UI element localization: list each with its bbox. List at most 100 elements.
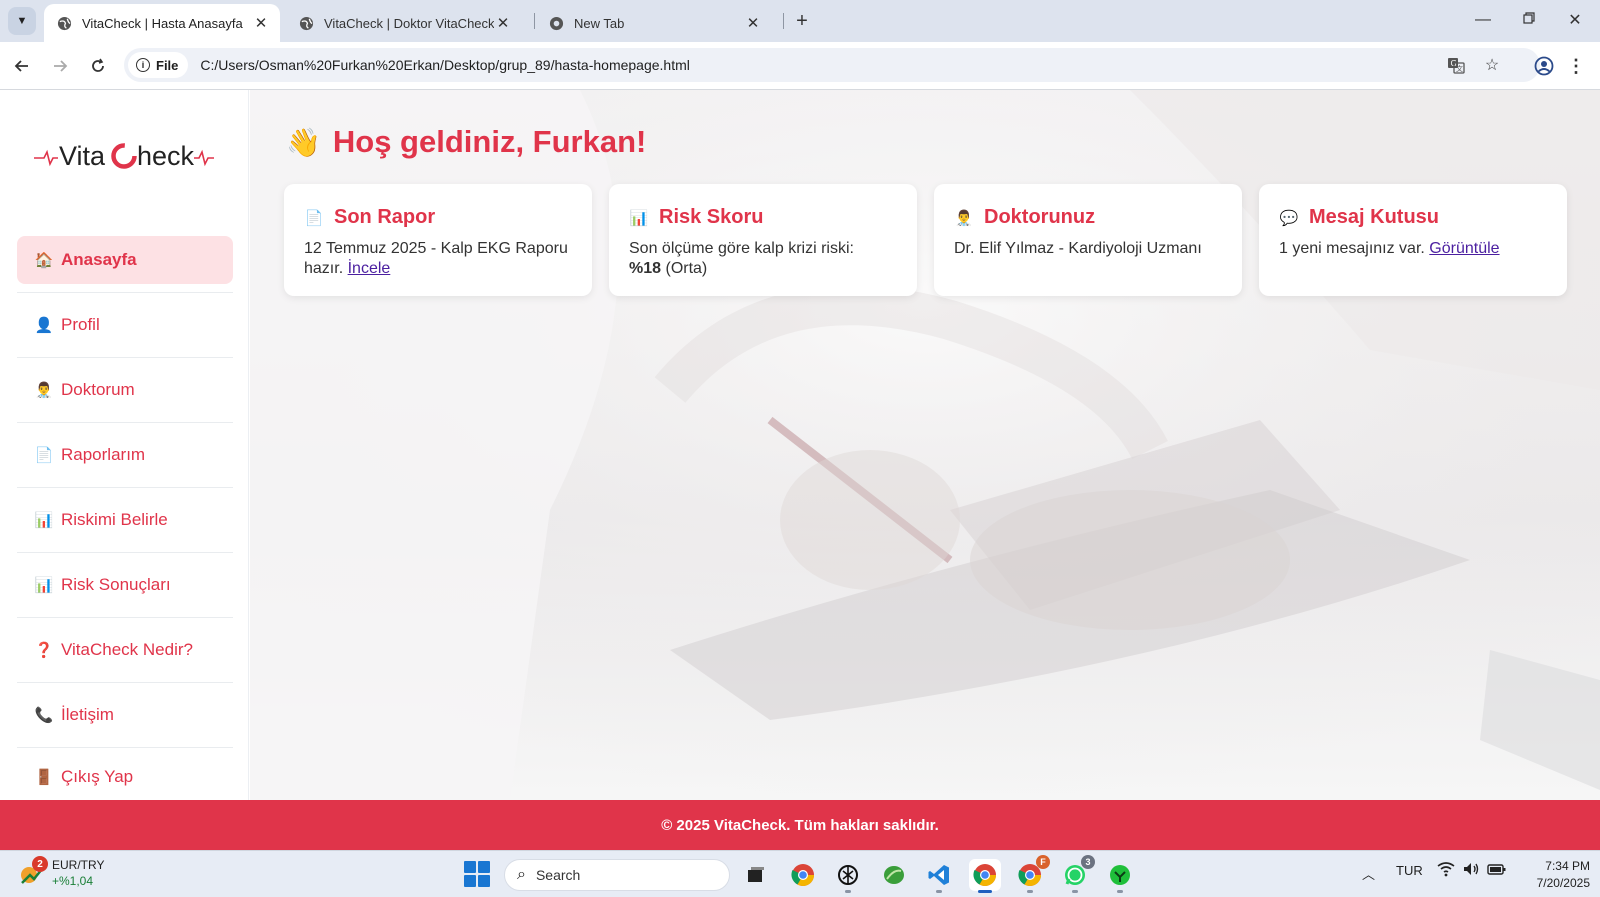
- welcome-heading: 👋 Hoş geldiniz, Furkan!: [286, 124, 646, 160]
- card-text: Dr. Elif Yılmaz - Kardiyoloji Uzmanı: [954, 240, 1202, 257]
- search-placeholder: Search: [535, 867, 581, 883]
- profile-button[interactable]: [1530, 52, 1558, 80]
- chrome-active-app-button[interactable]: [969, 859, 1001, 893]
- app-button-green[interactable]: [878, 859, 910, 891]
- chrome-app-button[interactable]: [787, 859, 819, 891]
- card-body: 12 Temmuz 2025 - Kalp EKG Raporu hazır. …: [304, 239, 572, 278]
- vitacheck-logo[interactable]: Vita heck: [34, 136, 214, 176]
- app-button-frog[interactable]: [1104, 859, 1136, 893]
- reload-button[interactable]: [84, 52, 112, 80]
- sidebar-item-vitacheck-nedir[interactable]: ❓ VitaCheck Nedir?: [17, 626, 233, 683]
- user-icon: 👤: [34, 317, 54, 334]
- sidebar-item-label: Profil: [61, 315, 100, 334]
- volume-icon[interactable]: [1462, 861, 1480, 880]
- browser-tab-2[interactable]: VitaCheck | Doktor VitaCheck N ✕: [286, 4, 522, 42]
- card-body: Son ölçüme göre kalp krizi riski: %18 (O…: [629, 239, 897, 278]
- chatgpt-icon: [838, 865, 858, 885]
- sidebar-item-profil[interactable]: 👤 Profil: [17, 301, 233, 358]
- sidebar-nav: 🏠 Anasayfa 👤 Profil 👨‍⚕️ Doktorum 📄 Rapo…: [17, 236, 233, 818]
- phone-icon: 📞: [34, 707, 54, 724]
- address-bar[interactable]: i File C:/Users/Osman%20Furkan%20Erkan/D…: [124, 48, 1540, 82]
- chart-icon: 📊: [34, 512, 54, 529]
- page-viewport: Vita heck 🏠 Anasayfa 👤 Profil 👨‍⚕️ Dokto…: [0, 90, 1600, 850]
- browser-tab-1[interactable]: VitaCheck | Hasta Anasayfa ✕: [44, 4, 280, 42]
- minimize-button[interactable]: —: [1468, 8, 1498, 32]
- sidebar-item-risk-sonuclari[interactable]: 📊 Risk Sonuçları: [17, 561, 233, 618]
- forward-button[interactable]: [46, 52, 74, 80]
- sidebar-item-label: Riskimi Belirle: [61, 510, 168, 529]
- url-text[interactable]: C:/Users/Osman%20Furkan%20Erkan/Desktop/…: [200, 57, 689, 73]
- browser-menu-button[interactable]: ⋮: [1566, 52, 1586, 80]
- speech-bubble-icon: 💬: [1279, 209, 1299, 227]
- card-doktorunuz: 👨‍⚕️ Doktorunuz Dr. Elif Yılmaz - Kardiy…: [934, 184, 1242, 296]
- vscode-app-button[interactable]: [923, 859, 955, 893]
- card-title: Son Rapor: [334, 206, 436, 228]
- chrome-profile-app-button[interactable]: F: [1014, 855, 1050, 893]
- clock[interactable]: 7:34 PM 7/20/2025: [1520, 858, 1590, 892]
- site-info-chip[interactable]: i File: [128, 52, 189, 78]
- tab-title: New Tab: [574, 15, 625, 31]
- incele-link[interactable]: İncele: [348, 260, 391, 277]
- start-button[interactable]: [464, 861, 490, 887]
- vscode-icon: [928, 865, 949, 885]
- plus-icon: +: [796, 9, 808, 32]
- whatsapp-badge: 3: [1081, 855, 1095, 869]
- close-icon[interactable]: ✕: [252, 14, 270, 32]
- taskbar: 2 EUR/TRY +%1,04 ⌕ Search F 3 ︿ TUR 7:34…: [0, 850, 1600, 897]
- sidebar-item-doktorum[interactable]: 👨‍⚕️ Doktorum: [17, 366, 233, 423]
- document-icon: 📄: [34, 447, 54, 464]
- widgets-button[interactable]: 2 EUR/TRY +%1,04: [18, 856, 105, 889]
- card-body: 1 yeni mesajınız var. Görüntüle: [1279, 239, 1547, 259]
- house-icon: 🏠: [34, 252, 54, 269]
- question-icon: ❓: [34, 642, 54, 659]
- card-text: 1 yeni mesajınız var.: [1279, 240, 1425, 257]
- star-icon[interactable]: ☆: [1480, 53, 1504, 77]
- close-icon[interactable]: ✕: [744, 14, 762, 32]
- battery-icon[interactable]: [1487, 861, 1507, 880]
- chatgpt-app-button[interactable]: [832, 859, 864, 893]
- whatsapp-app-button[interactable]: 3: [1059, 855, 1095, 893]
- new-tab-button[interactable]: +: [790, 9, 814, 33]
- sidebar-item-label: Raporlarım: [61, 445, 146, 464]
- arrow-right-icon: [54, 60, 68, 72]
- arrow-left-icon: [14, 60, 28, 72]
- sidebar-item-raporlarim[interactable]: 📄 Raporlarım: [17, 431, 233, 488]
- sidebar-item-label: VitaCheck Nedir?: [61, 640, 193, 659]
- tab-title: VitaCheck | Hasta Anasayfa: [82, 15, 243, 31]
- task-view-icon: [748, 867, 764, 882]
- sidebar-item-anasayfa[interactable]: 🏠 Anasayfa: [17, 236, 233, 293]
- back-button[interactable]: [8, 52, 36, 80]
- card-body: Dr. Elif Yılmaz - Kardiyoloji Uzmanı: [954, 239, 1222, 259]
- wifi-icon[interactable]: [1437, 861, 1455, 880]
- widget-change: +%1,04: [52, 874, 94, 888]
- leaf-app-icon: [884, 866, 904, 884]
- browser-tab-3[interactable]: New Tab ✕: [536, 4, 772, 42]
- globe-icon: [298, 15, 314, 31]
- frog-app-icon: [1110, 865, 1130, 885]
- doctor-icon: 👨‍⚕️: [954, 209, 974, 227]
- input-language[interactable]: TUR: [1396, 863, 1423, 878]
- tab-separator: [783, 13, 784, 29]
- chrome-icon: [791, 864, 814, 886]
- sidebar-item-iletisim[interactable]: 📞 İletişim: [17, 691, 233, 748]
- site-info-label: File: [156, 57, 179, 73]
- tab-search-button[interactable]: ▼: [8, 7, 36, 35]
- taskbar-search[interactable]: ⌕ Search: [504, 859, 730, 891]
- chevron-up-icon[interactable]: ︿: [1362, 864, 1375, 883]
- widget-symbol: EUR/TRY: [52, 858, 105, 872]
- card-text: 12 Temmuz 2025 - Kalp EKG Raporu hazır.: [304, 240, 568, 277]
- card-son-rapor: 📄 Son Rapor 12 Temmuz 2025 - Kalp EKG Ra…: [284, 184, 592, 296]
- restore-button[interactable]: [1514, 8, 1544, 32]
- close-icon[interactable]: ✕: [494, 14, 512, 32]
- goruntule-link[interactable]: Görüntüle: [1429, 240, 1499, 257]
- globe-icon: [56, 15, 72, 31]
- sidebar-item-riskimi-belirle[interactable]: 📊 Riskimi Belirle: [17, 496, 233, 553]
- chrome-icon: [973, 864, 996, 886]
- translate-icon[interactable]: G文: [1444, 53, 1468, 77]
- task-view-button[interactable]: [740, 859, 772, 891]
- close-window-button[interactable]: ✕: [1560, 8, 1590, 32]
- risk-value: %18: [629, 259, 662, 277]
- sidebar-item-cikis-yap[interactable]: 🚪 Çıkış Yap: [17, 753, 233, 810]
- clock-date: 7/20/2025: [1536, 876, 1590, 890]
- account-icon: [1534, 56, 1554, 76]
